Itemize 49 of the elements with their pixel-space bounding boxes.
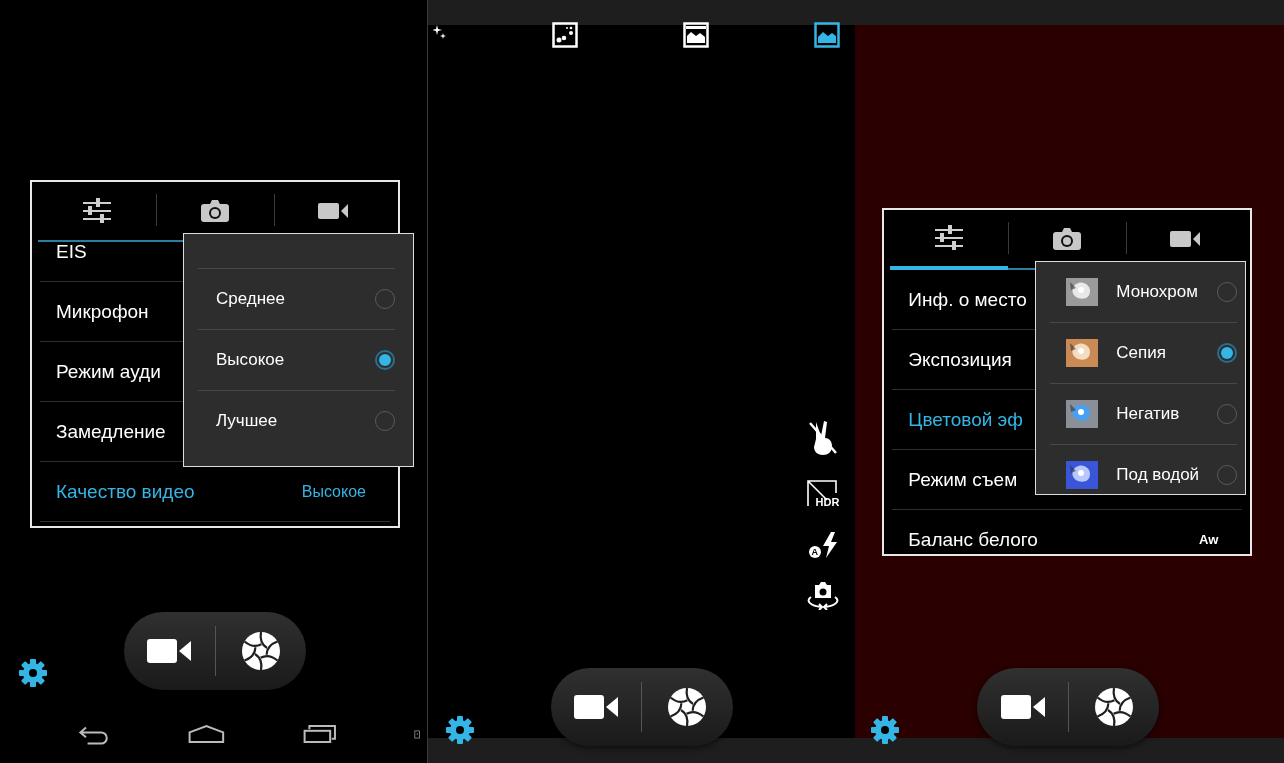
- video-camera-icon: [1000, 694, 1045, 720]
- setting-value: Высокое: [301, 482, 366, 501]
- setting-label: Качество видео: [56, 480, 195, 503]
- home-icon[interactable]: [187, 722, 225, 746]
- video-camera-icon: [318, 202, 348, 220]
- radio-button[interactable]: [375, 350, 395, 370]
- aperture-icon: [667, 687, 708, 727]
- setting-label: Микрофон: [56, 300, 149, 323]
- menu-icon[interactable]: [414, 728, 421, 740]
- aperture-icon: [240, 631, 281, 671]
- menu-option[interactable]: Лучшее: [198, 391, 395, 451]
- setting-value: Aw: [1199, 532, 1219, 547]
- option-label: Высокое: [216, 350, 285, 370]
- option-label: Под водой: [1116, 465, 1200, 485]
- camera-icon: [201, 200, 229, 222]
- menu-option[interactable]: Высокое: [198, 330, 395, 391]
- recent-apps-icon[interactable]: [302, 722, 337, 746]
- aperture-icon: [1094, 687, 1135, 727]
- setting-label: Инф. о место: [908, 288, 1027, 311]
- option-label: Негатив: [1116, 404, 1180, 424]
- settings-row[interactable]: Баланс белого Aw: [892, 510, 1243, 552]
- menu-option[interactable]: Сепия: [1050, 323, 1238, 384]
- sliders-icon: [83, 198, 111, 224]
- settings-icon[interactable]: [19, 659, 47, 687]
- setting-label: Цветовой эф: [908, 408, 1023, 431]
- menu-option[interactable]: Среднее: [198, 269, 395, 330]
- gesture-off-icon[interactable]: [808, 420, 839, 456]
- setting-label: Баланс белого: [908, 528, 1038, 551]
- setting-label: EIS: [56, 242, 87, 263]
- camera-icon: [1053, 228, 1082, 250]
- film-icon: [683, 22, 710, 48]
- video-camera-icon: [573, 694, 618, 720]
- hdr-button[interactable]: HDR: [807, 480, 840, 508]
- option-label: Монохром: [1116, 282, 1198, 302]
- radio-button[interactable]: [1217, 343, 1238, 363]
- video-camera-icon: [147, 638, 192, 664]
- sliders-icon: [935, 225, 964, 251]
- option-label: Среднее: [216, 289, 286, 309]
- setting-label: Замедление: [56, 420, 166, 443]
- setting-label: Экспозиция: [908, 348, 1012, 371]
- image-icon: [814, 22, 841, 48]
- video-camera-icon: [1170, 230, 1201, 248]
- option-label: Лучшее: [216, 411, 278, 431]
- setting-label: Режим ауди: [56, 360, 161, 383]
- setting-label: Режим съем: [908, 468, 1018, 491]
- option-label: Сепия: [1116, 343, 1166, 363]
- menu-option[interactable]: Монохром: [1050, 262, 1238, 323]
- menu-option[interactable]: Негатив: [1050, 384, 1238, 445]
- scatter-dots-icon: [551, 22, 578, 48]
